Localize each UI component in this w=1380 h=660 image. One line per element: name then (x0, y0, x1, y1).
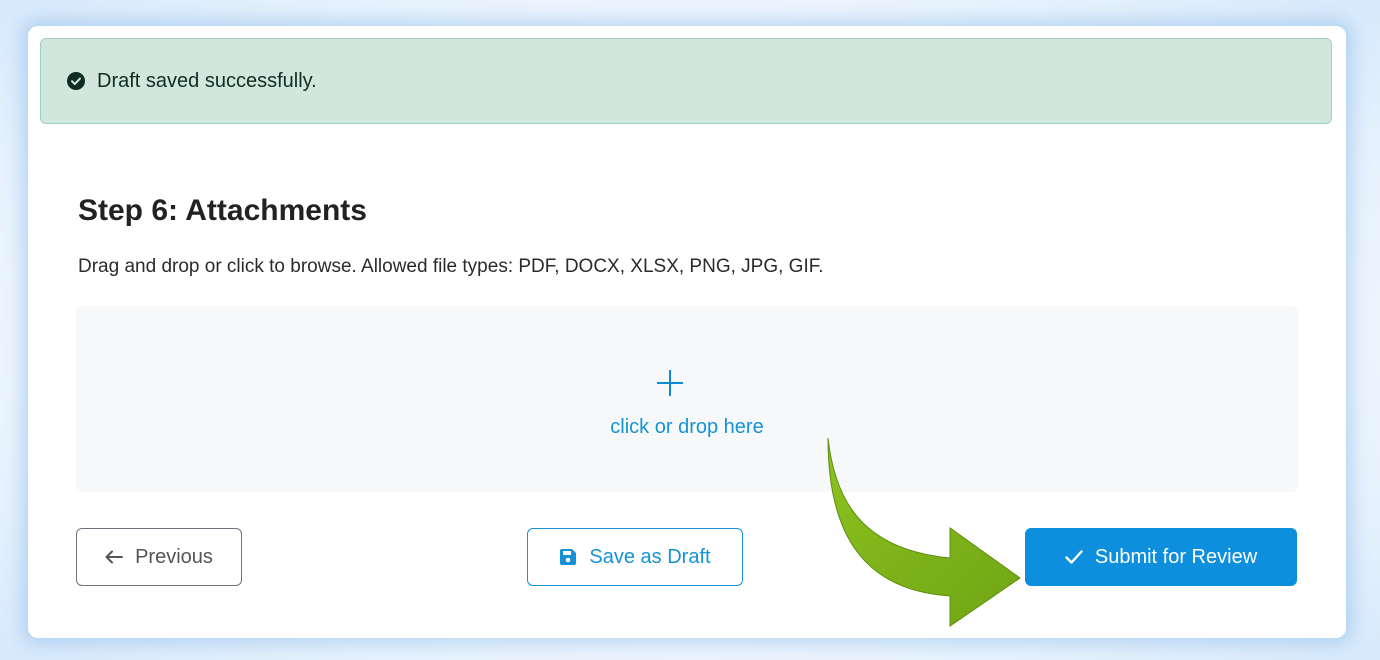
alert-message: Draft saved successfully. (97, 69, 317, 92)
previous-label: Previous (135, 545, 213, 568)
arrow-left-icon (105, 550, 124, 564)
success-alert: Draft saved successfully. (40, 38, 1332, 124)
step-title: Step 6: Attachments (78, 194, 367, 227)
floppy-disk-icon (559, 548, 577, 566)
check-circle-icon (67, 72, 85, 90)
save-draft-button[interactable]: Save as Draft (527, 528, 743, 586)
dropzone-label: click or drop here (610, 416, 764, 438)
file-dropzone[interactable]: click or drop here (76, 306, 1298, 492)
submit-label: Submit for Review (1094, 545, 1258, 568)
checkmark-icon (1065, 550, 1083, 564)
previous-button[interactable]: Previous (76, 528, 242, 586)
submit-for-review-button[interactable]: Submit for Review (1025, 528, 1297, 586)
step-description: Drag and drop or click to browse. Allowe… (78, 256, 824, 277)
plus-icon (657, 370, 683, 396)
save-draft-label: Save as Draft (589, 545, 711, 568)
form-card: Draft saved successfully. Step 6: Attach… (28, 26, 1346, 638)
